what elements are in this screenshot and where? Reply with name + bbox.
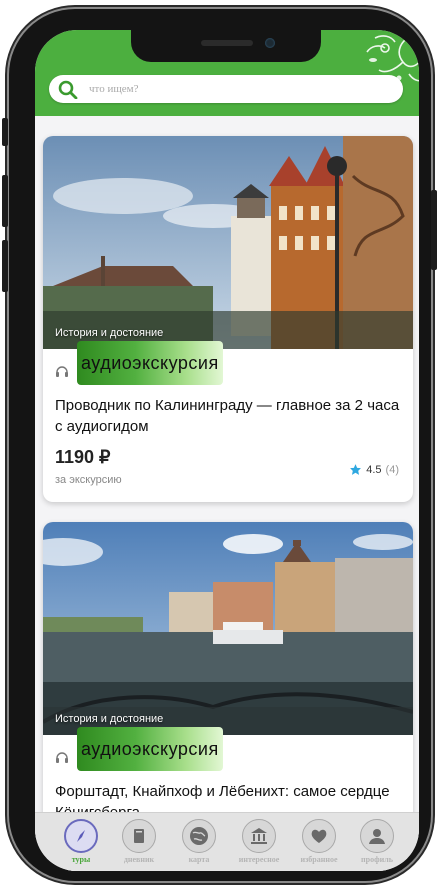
badge-row: аудиоэкскурсия [43,341,413,389]
tab-label: интересное [238,855,280,864]
tour-card[interactable]: История и достояние аудиоэкскурсия Прово… [43,136,413,502]
speaker [201,40,253,46]
compass-icon [64,819,98,853]
search-icon [58,80,78,99]
tab-label: карта [188,855,210,864]
phone-screen: История и достояние аудиоэкскурсия Прово… [35,30,419,871]
tour-photo: История и достояние [43,136,413,349]
audio-tour-badge: аудиоэкскурсия [77,341,223,385]
tab-label: профиль [361,855,393,864]
camera [265,38,275,48]
tour-title[interactable]: Проводник по Калининграду — главное за 2… [55,395,401,437]
tour-rating: 4.5 (4) [349,463,399,476]
museum-icon [242,819,276,853]
tab-bar: туры дневник карта интересное избранное [35,812,419,871]
audio-tour-badge: аудиоэкскурсия [77,727,223,771]
tab-diary[interactable]: дневник [109,819,169,864]
phone-volume-down [2,240,8,292]
user-icon [360,819,394,853]
tour-photo: История и достояние [43,522,413,735]
book-icon [122,819,156,853]
tab-interesting[interactable]: интересное [229,819,289,864]
star-icon [350,464,362,475]
phone-power-button [431,190,437,270]
badge-row: аудиоэкскурсия [43,727,413,775]
phone-mute-switch [2,118,8,146]
tab-label: туры [71,855,91,864]
price-note: за экскурсию [55,474,122,486]
globe-icon [182,819,216,853]
tab-label: дневник [123,855,155,864]
tour-price: 1190 ₽ [55,447,111,467]
tour-category: История и достояние [55,713,164,725]
tab-label: избранное [300,855,338,864]
headphones-icon [56,366,68,377]
notch [131,30,321,62]
headphones-icon [56,752,68,763]
search-input[interactable] [89,75,389,103]
review-count: (4) [385,463,399,476]
tab-tours[interactable]: туры [51,819,111,864]
search-bar[interactable] [49,75,403,103]
tab-favorites[interactable]: избранное [289,819,349,864]
heart-icon [302,819,336,853]
tour-list[interactable]: История и достояние аудиоэкскурсия Прово… [35,116,419,871]
rating-value: 4.5 [366,463,382,476]
tour-category: История и достояние [55,327,164,339]
phone-volume-up [2,175,8,227]
tab-map[interactable]: карта [169,819,229,864]
tab-profile[interactable]: профиль [347,819,407,864]
